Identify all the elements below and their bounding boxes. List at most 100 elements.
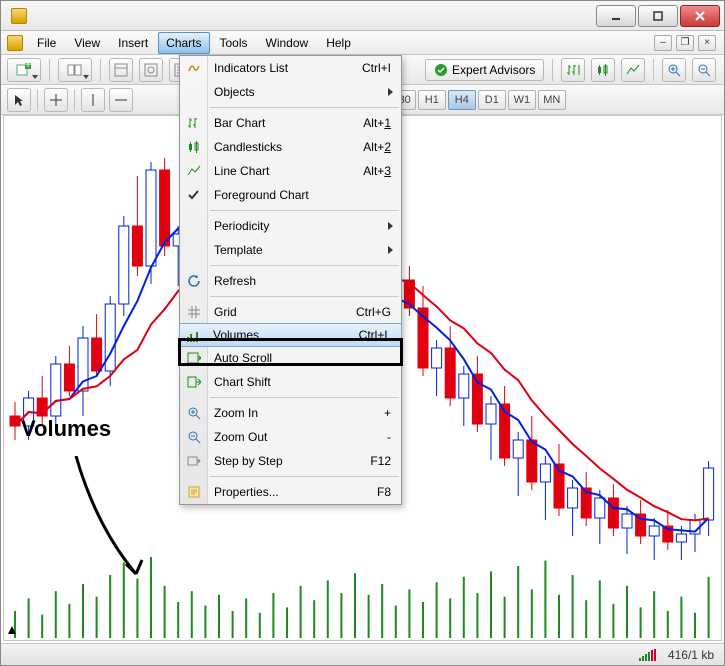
cursor-button[interactable] xyxy=(7,88,31,112)
menuitem-bar-chart[interactable]: Bar ChartAlt+1 xyxy=(180,111,401,135)
menuitem-periodicity[interactable]: Periodicity xyxy=(180,214,401,238)
app-menu-icon xyxy=(7,35,23,51)
properties-icon xyxy=(186,484,202,500)
window-titlebar xyxy=(1,1,724,31)
submenu-arrow-icon xyxy=(388,246,393,254)
connection-status: 416/1 kb xyxy=(668,648,714,662)
step-icon xyxy=(186,453,202,469)
blank xyxy=(186,84,202,100)
menuitem-shortcut: Alt+3 xyxy=(363,164,401,178)
menuitem-indicators-list[interactable]: Indicators ListCtrl+I xyxy=(180,56,401,80)
menuitem-label: Grid xyxy=(214,305,356,319)
menuitem-step-by-step[interactable]: Step by StepF12 xyxy=(180,449,401,473)
annotation-volumes-label: Volumes xyxy=(21,416,111,442)
menuitem-shortcut: Alt+2 xyxy=(363,140,401,154)
refresh-icon xyxy=(186,273,202,289)
menuitem-label: Line Chart xyxy=(214,164,363,178)
submenu-arrow-icon xyxy=(388,222,393,230)
menuitem-refresh[interactable]: Refresh xyxy=(180,269,401,293)
expert-advisors-label: Expert Advisors xyxy=(452,63,535,77)
menuitem-label: Zoom Out xyxy=(214,430,387,444)
bar-chart-icon xyxy=(186,115,202,131)
charts-dropdown: Indicators ListCtrl+I Objects Bar ChartAlt… xyxy=(179,55,402,505)
expert-advisors-button[interactable]: Expert Advisors xyxy=(425,59,544,81)
menuitem-auto-scroll[interactable]: Auto Scroll xyxy=(180,346,401,370)
chartshift-icon xyxy=(186,374,202,390)
blank xyxy=(186,218,202,234)
new-chart-button[interactable]: + xyxy=(7,58,41,82)
menuitem-label: Objects xyxy=(214,85,401,99)
crosshair-button[interactable] xyxy=(44,88,68,112)
menuitem-zoom-in[interactable]: Zoom In+ xyxy=(180,401,401,425)
volumes-icon xyxy=(185,328,201,344)
timeframe-h1[interactable]: H1 xyxy=(418,90,446,110)
menuitem-candlesticks[interactable]: CandlesticksAlt+2 xyxy=(180,135,401,159)
line-chart-button[interactable] xyxy=(621,58,645,82)
menu-window[interactable]: Window xyxy=(258,32,317,54)
profiles-button[interactable] xyxy=(58,58,92,82)
timeframe-w1[interactable]: W1 xyxy=(508,90,536,110)
menuitem-label: Refresh xyxy=(214,274,401,288)
data-window-button[interactable] xyxy=(139,58,163,82)
menu-insert[interactable]: Insert xyxy=(110,32,156,54)
menuitem-volumes[interactable]: VolumesCtrl+L xyxy=(179,323,402,347)
menuitem-shortcut: Ctrl+I xyxy=(362,61,401,75)
menu-tools[interactable]: Tools xyxy=(212,32,256,54)
menuitem-chart-shift[interactable]: Chart Shift xyxy=(180,370,401,394)
menuitem-properties-[interactable]: Properties...F8 xyxy=(180,480,401,504)
menuitem-shortcut: Ctrl+L xyxy=(359,328,401,342)
minimize-button[interactable] xyxy=(596,5,636,27)
connection-bars-icon xyxy=(639,649,656,661)
menu-charts[interactable]: Charts xyxy=(158,32,209,54)
zoom-out-button[interactable] xyxy=(692,58,716,82)
candlesticks-button[interactable] xyxy=(591,58,615,82)
menuitem-label: Volumes xyxy=(213,328,359,342)
menuitem-foreground-chart[interactable]: Foreground Chart xyxy=(180,183,401,207)
menuitem-grid[interactable]: GridCtrl+G xyxy=(180,300,401,324)
menuitem-label: Auto Scroll xyxy=(214,351,401,365)
app-icon xyxy=(11,8,27,24)
candlesticks-icon xyxy=(186,139,202,155)
autoscroll-icon xyxy=(186,350,202,366)
indicators-icon xyxy=(186,60,202,76)
market-watch-button[interactable] xyxy=(109,58,133,82)
menu-help[interactable]: Help xyxy=(318,32,359,54)
timeframe-d1[interactable]: D1 xyxy=(478,90,506,110)
menuitem-shortcut: F12 xyxy=(370,454,401,468)
menuitem-label: Candlesticks xyxy=(214,140,363,154)
timeframe-mn[interactable]: MN xyxy=(538,90,566,110)
menu-file[interactable]: File xyxy=(29,32,64,54)
line-chart-icon xyxy=(186,163,202,179)
menuitem-shortcut: F8 xyxy=(377,485,401,499)
mdi-restore-button[interactable]: ❐ xyxy=(676,35,694,51)
status-bar: 416/1 kb xyxy=(1,643,724,665)
menuitem-shortcut: + xyxy=(384,406,401,420)
blank xyxy=(186,242,202,258)
close-button[interactable] xyxy=(680,5,720,27)
menubar: File View Insert Charts Tools Window Hel… xyxy=(1,31,724,55)
menuitem-shortcut: - xyxy=(387,430,401,444)
grid-icon xyxy=(186,304,202,320)
horizontal-line-button[interactable] xyxy=(109,88,133,112)
menuitem-objects[interactable]: Objects xyxy=(180,80,401,104)
zoom-in-button[interactable] xyxy=(662,58,686,82)
zoom-in-icon xyxy=(186,405,202,421)
mdi-close-button[interactable]: × xyxy=(698,35,716,51)
menuitem-label: Foreground Chart xyxy=(214,188,401,202)
submenu-arrow-icon xyxy=(388,88,393,96)
zoom-out-icon xyxy=(186,429,202,445)
timeframe-h4[interactable]: H4 xyxy=(448,90,476,110)
menuitem-line-chart[interactable]: Line ChartAlt+3 xyxy=(180,159,401,183)
menuitem-template[interactable]: Template xyxy=(180,238,401,262)
menuitem-label: Periodicity xyxy=(214,219,401,233)
mdi-minimize-button[interactable]: – xyxy=(654,35,672,51)
expert-advisors-icon xyxy=(434,63,448,77)
annotation-arrow xyxy=(56,456,166,586)
maximize-button[interactable] xyxy=(638,5,678,27)
menuitem-label: Step by Step xyxy=(214,454,370,468)
bar-chart-button[interactable] xyxy=(561,58,585,82)
menuitem-zoom-out[interactable]: Zoom Out- xyxy=(180,425,401,449)
vertical-line-button[interactable] xyxy=(81,88,105,112)
menu-view[interactable]: View xyxy=(66,32,108,54)
blank xyxy=(186,187,202,203)
